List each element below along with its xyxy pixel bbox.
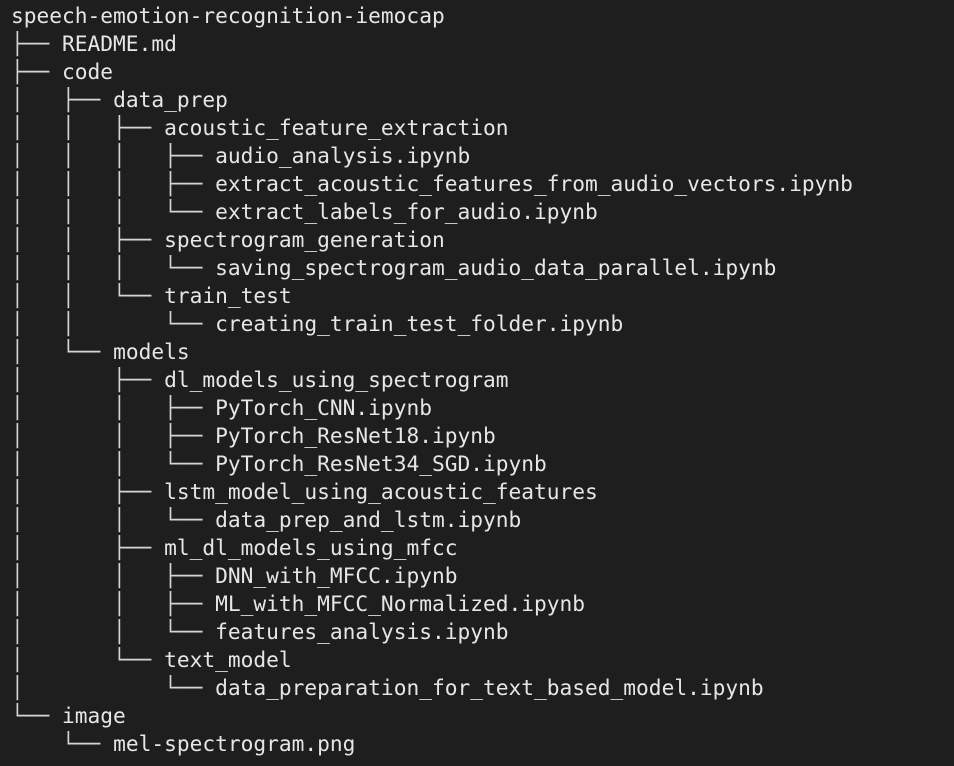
tree-branch-prefix: │ │ └── [11, 451, 216, 476]
tree-branch-prefix: └── [11, 731, 114, 756]
tree-file-name: data_prep_and_lstm.ipynb [215, 507, 522, 532]
tree-line: │ ├── ml_dl_models_using_mfcc [11, 534, 951, 562]
tree-line: │ │ │ └── extract_labels_for_audio.ipynb [11, 198, 951, 226]
tree-branch-prefix: │ │ ├── [11, 115, 165, 140]
tree-line: │ │ └── data_prep_and_lstm.ipynb [11, 506, 951, 534]
tree-branch-prefix: │ │ └── [11, 283, 165, 308]
tree-line: └── image [11, 702, 951, 730]
tree-file-name: ML_with_MFCC_Normalized.ipynb [215, 591, 586, 616]
tree-root-name: speech-emotion-recognition-iemocap [11, 3, 445, 28]
tree-line: ├── code [11, 58, 951, 86]
tree-folder-name: data_prep [113, 87, 228, 112]
tree-file-name: audio_analysis.ipynb [215, 143, 471, 168]
tree-folder-name: acoustic_feature_extraction [164, 115, 509, 140]
tree-folder-name: spectrogram_generation [164, 227, 445, 252]
tree-branch-prefix: └── [11, 703, 63, 728]
tree-folder-name: train_test [164, 283, 292, 308]
tree-branch-prefix: │ └── [11, 339, 114, 364]
tree-line: │ ├── lstm_model_using_acoustic_features [11, 478, 951, 506]
tree-branch-prefix: ├── [11, 31, 63, 56]
tree-branch-prefix: │ │ │ ├── [11, 143, 216, 168]
tree-branch-prefix: │ │ ├── [11, 591, 216, 616]
tree-line: │ │ ├── ML_with_MFCC_Normalized.ipynb [11, 590, 951, 618]
tree-branch-prefix: │ │ ├── [11, 395, 216, 420]
tree-branch-prefix: │ │ └── [11, 507, 216, 532]
tree-file-name: creating_train_test_folder.ipynb [215, 311, 624, 336]
tree-branch-prefix: │ ├── [11, 87, 114, 112]
tree-file-name: data_preparation_for_text_based_model.ip… [215, 675, 764, 700]
tree-line: │ └── text_model [11, 646, 951, 674]
tree-folder-name: dl_models_using_spectrogram [164, 367, 509, 392]
terminal-output: speech-emotion-recognition-iemocap ├── R… [11, 2, 951, 764]
tree-line: │ │ └── train_test [11, 282, 951, 310]
tree-lines: ├── README.md ├── code │ ├── data_prep │ │ … [11, 30, 951, 758]
tree-line: │ │ ├── DNN_with_MFCC.ipynb [11, 562, 951, 590]
tree-file-name: extract_labels_for_audio.ipynb [215, 199, 598, 224]
tree-line: │ │ ├── spectrogram_generation [11, 226, 951, 254]
tree-file-name: PyTorch_ResNet34_SGD.ipynb [215, 451, 547, 476]
tree-folder-name: text_model [164, 647, 292, 672]
tree-folder-name: image [62, 703, 126, 728]
tree-branch-prefix: │ └── [11, 647, 165, 672]
tree-branch-prefix: │ │ ├── [11, 563, 216, 588]
tree-branch-prefix: │ │ ├── [11, 423, 216, 448]
tree-line: │ │ └── creating_train_test_folder.ipynb [11, 310, 951, 338]
tree-line: │ └── data_preparation_for_text_based_mo… [11, 674, 951, 702]
tree-line: │ │ ├── acoustic_feature_extraction [11, 114, 951, 142]
tree-line: │ │ ├── PyTorch_ResNet18.ipynb [11, 422, 951, 450]
tree-branch-prefix: │ └── [11, 675, 216, 700]
tree-branch-prefix: │ │ └── [11, 619, 216, 644]
tree-branch-prefix: │ │ │ └── [11, 199, 216, 224]
tree-line: └── mel-spectrogram.png [11, 730, 951, 758]
tree-line: │ │ │ ├── audio_analysis.ipynb [11, 142, 951, 170]
tree-file-name: PyTorch_CNN.ipynb [215, 395, 432, 420]
tree-root-line: speech-emotion-recognition-iemocap [11, 2, 951, 30]
tree-folder-name: models [113, 339, 190, 364]
tree-branch-prefix: │ ├── [11, 479, 165, 504]
tree-file-name: extract_acoustic_features_from_audio_vec… [215, 171, 853, 196]
tree-line: │ │ └── features_analysis.ipynb [11, 618, 951, 646]
tree-line: ├── README.md [11, 30, 951, 58]
tree-file-name: README.md [62, 31, 177, 56]
tree-branch-prefix: │ │ │ ├── [11, 171, 216, 196]
tree-file-name: PyTorch_ResNet18.ipynb [215, 423, 496, 448]
tree-branch-prefix: │ │ └── [11, 311, 216, 336]
tree-file-name: DNN_with_MFCC.ipynb [215, 563, 458, 588]
tree-branch-prefix: │ ├── [11, 535, 165, 560]
tree-line: │ ├── data_prep [11, 86, 951, 114]
tree-branch-prefix: │ │ ├── [11, 227, 165, 252]
tree-line: │ │ ├── PyTorch_CNN.ipynb [11, 394, 951, 422]
tree-line: │ ├── dl_models_using_spectrogram [11, 366, 951, 394]
tree-folder-name: code [62, 59, 114, 84]
tree-file-name: saving_spectrogram_audio_data_parallel.i… [215, 255, 777, 280]
tree-line: │ │ └── PyTorch_ResNet34_SGD.ipynb [11, 450, 951, 478]
tree-branch-prefix: │ ├── [11, 367, 165, 392]
tree-folder-name: lstm_model_using_acoustic_features [164, 479, 598, 504]
tree-file-name: mel-spectrogram.png [113, 731, 356, 756]
tree-line: │ └── models [11, 338, 951, 366]
tree-line: │ │ │ ├── extract_acoustic_features_from… [11, 170, 951, 198]
tree-branch-prefix: │ │ │ └── [11, 255, 216, 280]
tree-file-name: features_analysis.ipynb [215, 619, 509, 644]
tree-line: │ │ │ └── saving_spectrogram_audio_data_… [11, 254, 951, 282]
tree-folder-name: ml_dl_models_using_mfcc [164, 535, 458, 560]
tree-branch-prefix: ├── [11, 59, 63, 84]
